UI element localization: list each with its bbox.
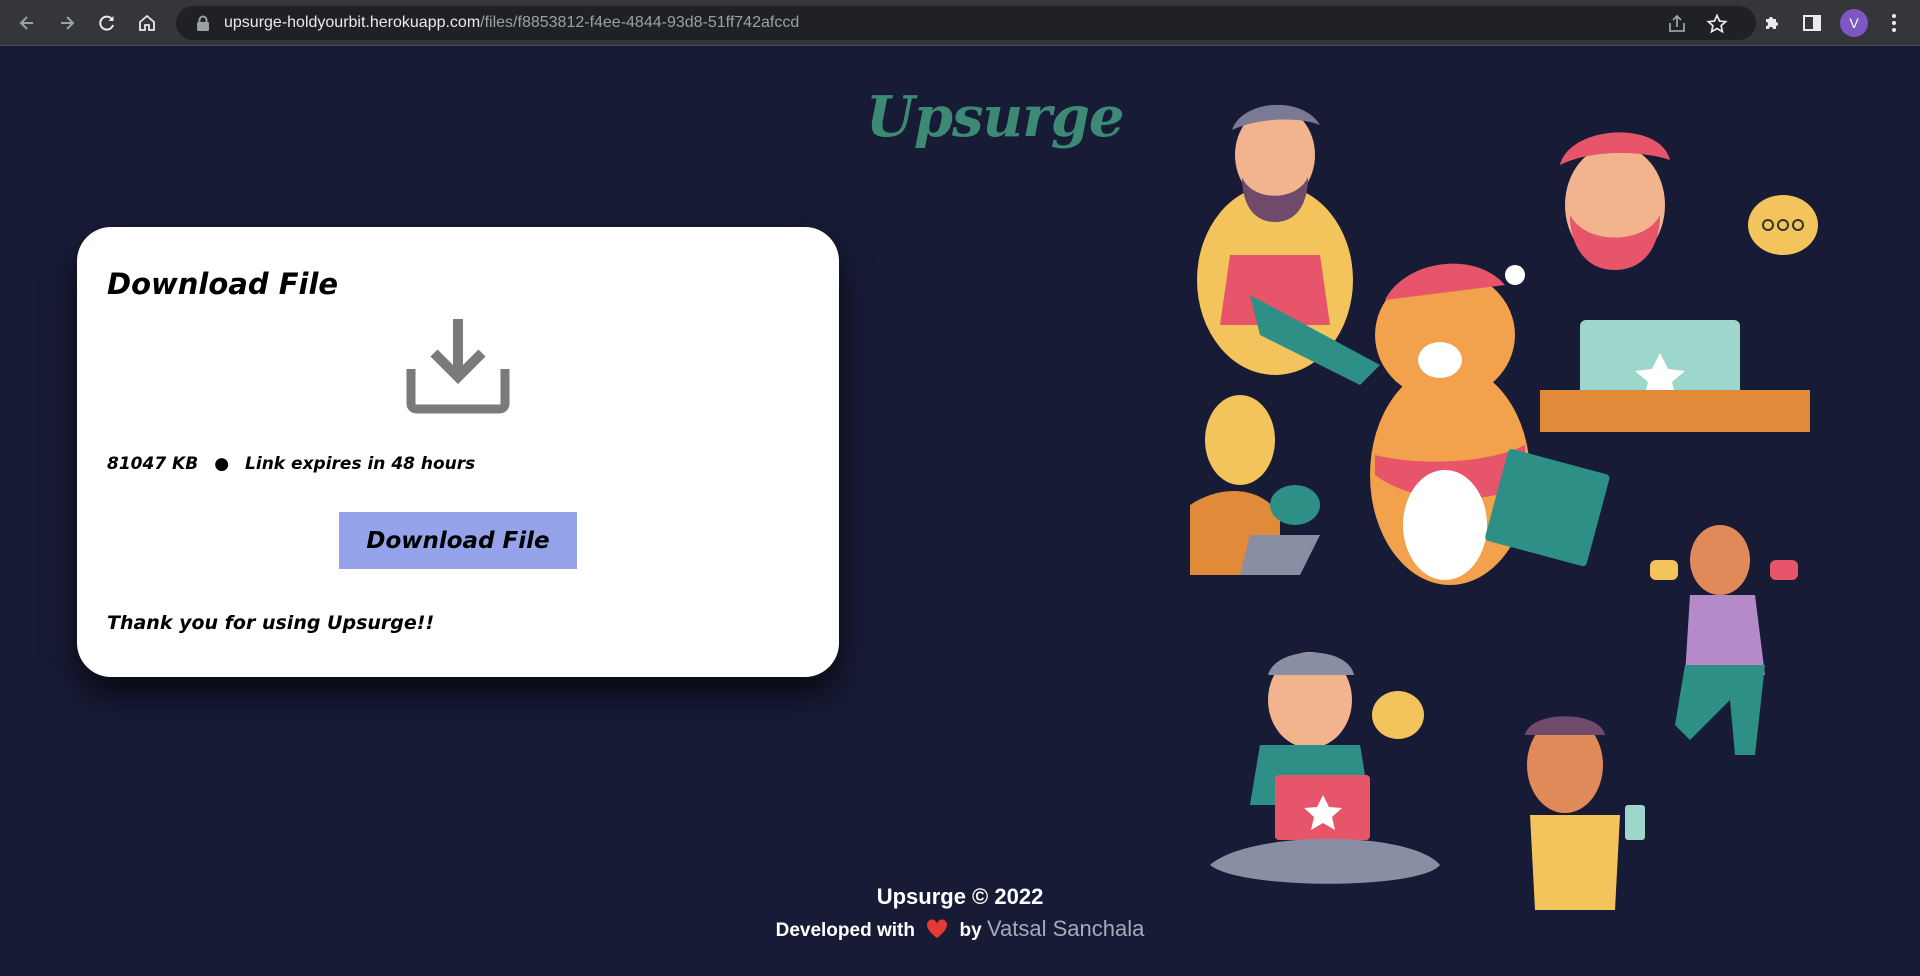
- separator-dot: ●: [214, 454, 230, 474]
- extensions-button[interactable]: [1758, 9, 1786, 37]
- home-icon: [139, 14, 155, 31]
- browser-toolbar: upsurge-holdyourbit.herokuapp.com/files/…: [0, 0, 1920, 46]
- laptop-man-figure: [1540, 132, 1818, 432]
- author-link[interactable]: Vatsal Sanchala: [987, 916, 1144, 941]
- developed-with-text: Developed with: [775, 920, 915, 941]
- side-panel-icon: [1803, 15, 1821, 31]
- back-button[interactable]: [12, 8, 42, 38]
- url-text: upsurge-holdyourbit.herokuapp.com/files/…: [224, 14, 800, 31]
- forward-button[interactable]: [52, 8, 82, 38]
- back-icon: [19, 16, 33, 30]
- lock-icon[interactable]: [188, 15, 218, 31]
- forward-icon: [61, 16, 75, 30]
- reader-figure: [1197, 104, 1380, 385]
- link-expiry: Link expires in 48 hours: [245, 454, 476, 474]
- footer-copyright: Upsurge © 2022: [876, 884, 1044, 909]
- download-file-button[interactable]: Download File: [339, 512, 577, 569]
- cross-legged-figure: [1210, 652, 1440, 884]
- menu-icon: [1892, 14, 1896, 32]
- thank-you-message: Thank you for using Upsurge!!: [107, 612, 435, 634]
- card-title: Download File: [107, 267, 339, 301]
- file-size: 81047 KB: [107, 454, 199, 474]
- file-meta: 81047 KB ● Link expires in 48 hours: [107, 454, 475, 474]
- left-typing-figure: [1190, 395, 1320, 575]
- extensions-icon: [1766, 17, 1778, 29]
- menu-button[interactable]: [1880, 9, 1908, 37]
- reload-icon: [99, 15, 114, 31]
- share-icon[interactable]: [1666, 13, 1688, 35]
- workout-figure: [1650, 525, 1798, 755]
- star-icon[interactable]: [1706, 13, 1728, 35]
- people-illustration: [1190, 104, 1818, 910]
- heart-icon: [927, 919, 948, 938]
- download-card: Download File 81047 KB ● Link expires in 4…: [77, 227, 839, 677]
- address-bar[interactable]: upsurge-holdyourbit.herokuapp.com/files/…: [176, 6, 1756, 40]
- footer-credit: Developed with by Vatsal Sanchala: [660, 916, 1260, 942]
- upsurge-logo[interactable]: Upsurge: [866, 84, 1125, 150]
- drink-figure: [1525, 716, 1645, 910]
- download-icon: [406, 319, 510, 414]
- side-panel-button[interactable]: [1798, 9, 1826, 37]
- home-button[interactable]: [132, 8, 162, 38]
- reload-button[interactable]: [92, 8, 122, 38]
- footer: Upsurge © 2022 Developed with by Vatsal …: [660, 884, 1260, 942]
- by-text: by: [959, 920, 982, 941]
- profile-avatar[interactable]: V: [1840, 9, 1868, 37]
